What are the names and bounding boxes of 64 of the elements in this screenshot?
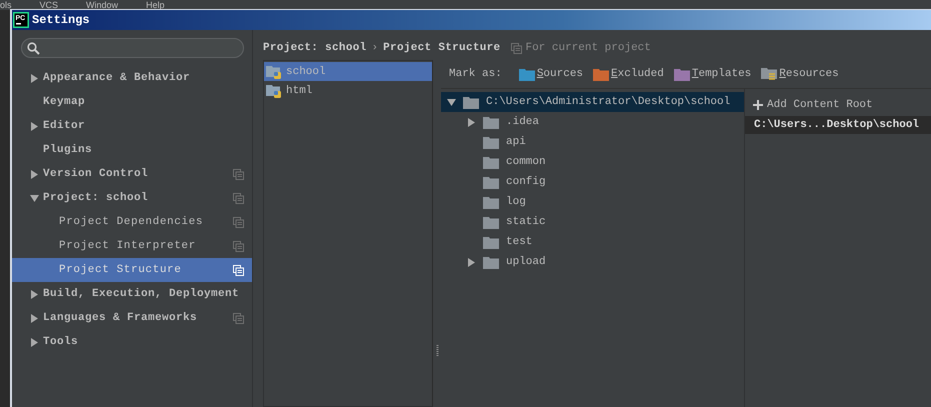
folder-icon xyxy=(483,236,499,248)
settings-nav-item[interactable]: Project Interpreter xyxy=(12,234,252,258)
splitter-grip-icon[interactable] xyxy=(436,345,438,357)
search-icon xyxy=(27,42,40,54)
folder-tree-item[interactable]: .idea xyxy=(441,112,744,132)
settings-nav-item[interactable]: Plugins xyxy=(12,138,252,162)
copy-icon xyxy=(511,42,522,54)
search-field[interactable] xyxy=(21,38,244,58)
menu-item[interactable]: Window xyxy=(86,0,118,10)
expand-arrow-icon[interactable] xyxy=(30,122,39,130)
expand-arrow-icon[interactable] xyxy=(467,118,476,126)
folder-tree-item[interactable]: test xyxy=(441,232,744,252)
folder-tree-item[interactable]: common xyxy=(441,152,744,172)
breadcrumb-separator: › xyxy=(372,42,378,54)
settings-nav-item[interactable]: Build, Execution, Deployment xyxy=(12,282,252,306)
settings-nav-item[interactable]: Editor xyxy=(12,114,252,138)
expand-arrow-icon[interactable] xyxy=(30,314,39,322)
folder-tree-item[interactable]: log xyxy=(441,192,744,212)
mark-as-option[interactable]: Sources xyxy=(518,68,584,80)
settings-nav-item[interactable]: Project: school xyxy=(12,186,252,210)
folder-icon xyxy=(483,176,499,188)
module-folder-icon xyxy=(266,84,282,98)
settings-nav-item[interactable]: Appearance & Behavior xyxy=(12,66,252,90)
mark-as-label: Mark as: xyxy=(449,68,502,80)
expand-arrow-icon[interactable] xyxy=(30,74,39,82)
settings-nav-item[interactable]: Project Dependencies xyxy=(12,210,252,234)
window-title: Settings xyxy=(32,13,90,27)
menu-item[interactable]: Help xyxy=(146,0,165,10)
scope-note: For current project xyxy=(511,42,651,54)
expand-arrow-icon[interactable] xyxy=(30,290,39,298)
breadcrumb-item: Project: school xyxy=(263,42,367,54)
settings-nav-item[interactable]: Languages & Frameworks xyxy=(12,306,252,330)
folder-icon xyxy=(483,116,499,128)
expand-arrow-icon[interactable] xyxy=(30,170,39,178)
folder-tree-item[interactable]: api xyxy=(441,132,744,152)
folder-icon xyxy=(483,156,499,168)
collapse-arrow-icon[interactable] xyxy=(30,194,39,202)
folder-tree-item[interactable]: static xyxy=(441,212,744,232)
folder-icon xyxy=(483,136,499,148)
menu-item[interactable]: ols xyxy=(0,0,12,10)
mark-as-option[interactable]: Resources xyxy=(761,67,839,81)
menu-item[interactable]: VCS xyxy=(40,0,58,10)
folder-tree-item[interactable]: C:\Users\Administrator\Desktop\school xyxy=(441,92,744,112)
plus-icon xyxy=(753,100,763,110)
folder-icon xyxy=(483,196,499,208)
module-folder-icon xyxy=(266,64,282,78)
module-item[interactable]: html xyxy=(264,81,432,100)
folder-icon xyxy=(463,96,479,108)
content-root-path[interactable]: C:\Users...Desktop\school xyxy=(745,116,931,134)
folder-tree-item[interactable]: config xyxy=(441,172,744,192)
collapse-arrow-icon[interactable] xyxy=(447,98,456,106)
mark-as-option[interactable]: Templates xyxy=(674,68,752,80)
settings-nav-item[interactable]: Keymap xyxy=(12,90,252,114)
folder-icon xyxy=(483,216,499,228)
expand-arrow-icon[interactable] xyxy=(30,338,39,346)
add-content-root-button[interactable]: Add Content Root xyxy=(745,96,873,114)
expand-arrow-icon[interactable] xyxy=(467,258,476,266)
folder-tree-item[interactable]: upload xyxy=(441,252,744,272)
folder-icon xyxy=(483,256,499,268)
breadcrumb-item: Project Structure xyxy=(383,42,500,54)
settings-nav-item[interactable]: Version Control xyxy=(12,162,252,186)
mark-as-option[interactable]: Excluded xyxy=(593,68,664,80)
settings-nav-item[interactable]: Tools xyxy=(12,330,252,354)
settings-nav-item[interactable]: Project Structure xyxy=(12,258,252,282)
